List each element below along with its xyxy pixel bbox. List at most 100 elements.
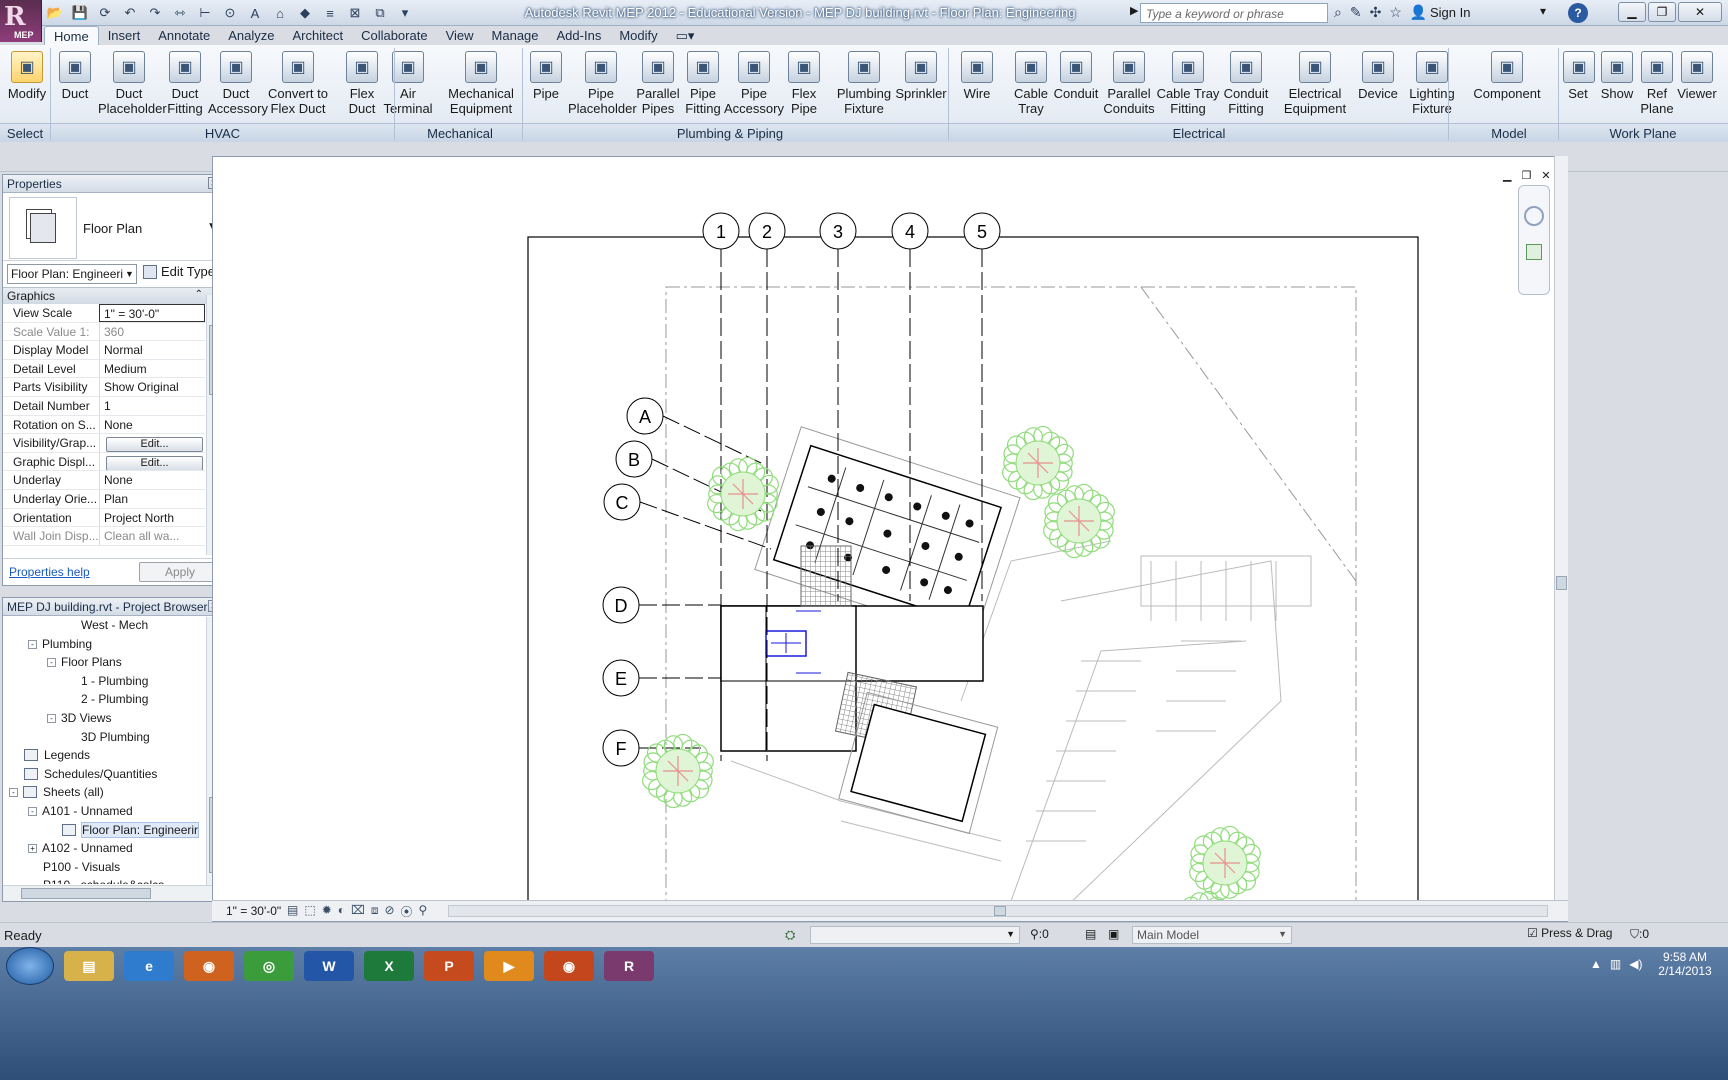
apply-button[interactable]: Apply: [139, 562, 221, 582]
qat-dropdown-icon[interactable]: ▾: [394, 3, 416, 23]
property-value[interactable]: Plan: [99, 489, 205, 508]
user-icon[interactable]: 👤: [1410, 4, 1427, 21]
open-icon[interactable]: 📂: [44, 3, 66, 23]
drawing-area[interactable]: 1 2 3 4 5 A B C D E F ▁ ❐ ✕: [212, 156, 1568, 922]
section-icon[interactable]: ◆: [294, 3, 316, 23]
save-icon[interactable]: 💾: [69, 3, 91, 23]
properties-help-link[interactable]: Properties help: [9, 565, 90, 579]
browser-item[interactable]: Floor Plan: Engineerir: [3, 821, 205, 840]
reveal-hidden-icon[interactable]: ⦿: [401, 903, 413, 920]
minimize-button[interactable]: ▁: [1618, 2, 1646, 22]
property-row[interactable]: Visibility/Grap... Edit...: [3, 434, 205, 453]
ribbon-button-show-workplane[interactable]: ▣ Show: [1598, 51, 1636, 101]
collapse-icon[interactable]: -: [47, 713, 56, 723]
taskbar-media-player-icon[interactable]: ▶: [484, 951, 534, 981]
ribbon-button-parallel-pipes[interactable]: ▣ Parallel Pipes: [633, 51, 683, 116]
application-menu-button[interactable]: R MEP: [0, 0, 42, 42]
property-value[interactable]: Project North: [99, 508, 205, 527]
group-graphics[interactable]: Graphics ⌃: [3, 287, 223, 304]
edit-button[interactable]: Edit...: [106, 437, 203, 452]
favorites-icon[interactable]: ☆: [1389, 4, 1402, 21]
tray-arrow-icon[interactable]: ▲: [1590, 957, 1602, 971]
tab-add-ins[interactable]: Add-Ins: [548, 26, 611, 46]
ribbon-button-flex-duct[interactable]: ▣ Flex Duct: [343, 51, 381, 116]
ribbon-button-arrow-cursor[interactable]: ▣ Modify: [5, 51, 49, 101]
filter-icon[interactable]: ⛉:0: [1630, 927, 1649, 942]
view-restore-icon[interactable]: ❐: [1521, 169, 1531, 182]
clock-time[interactable]: 9:58 AM: [1650, 950, 1720, 964]
ribbon-button-duct[interactable]: ▣ Duct: [53, 51, 97, 101]
panel-mechanical[interactable]: Mechanical: [396, 126, 524, 141]
thin-lines-icon[interactable]: ≡: [319, 3, 341, 23]
ribbon-button-parallel-conduits[interactable]: ▣ Parallel Conduits: [1097, 51, 1161, 116]
taskbar-excel-icon[interactable]: X: [364, 951, 414, 981]
property-row[interactable]: Parts Visibility Show Original: [3, 378, 205, 397]
steering-wheel-icon[interactable]: [1524, 206, 1544, 226]
press-drag-checkbox[interactable]: ☑ Press & Drag: [1527, 926, 1612, 940]
property-value[interactable]: Normal: [99, 341, 205, 359]
ribbon-button-pipe-fitting[interactable]: ▣ Pipe Fitting: [680, 51, 726, 116]
property-value[interactable]: Medium: [99, 359, 205, 378]
ribbon-button-conduit[interactable]: ▣ Conduit: [1050, 51, 1102, 101]
view-scale[interactable]: 1" = 30'-0": [226, 904, 281, 918]
zoom-icon[interactable]: [1526, 244, 1542, 260]
panel-select[interactable]: Select: [0, 126, 50, 141]
browser-item[interactable]: 1 - Plumbing: [3, 672, 205, 691]
ribbon-button-duct-fitting[interactable]: ▣ Duct Fitting: [160, 51, 210, 116]
panel-work-plane[interactable]: Work Plane: [1558, 126, 1728, 141]
taskbar-word-icon[interactable]: W: [304, 951, 354, 981]
tab-collaborate[interactable]: Collaborate: [352, 26, 437, 46]
ribbon-button-viewer[interactable]: ▣ Viewer: [1675, 51, 1719, 101]
browser-item[interactable]: - Sheets (all): [3, 783, 205, 802]
close-hidden-icon[interactable]: ⊠: [344, 3, 366, 23]
ribbon-button-cable-tray-fitting[interactable]: ▣ Cable Tray Fitting: [1156, 51, 1220, 116]
volume-icon[interactable]: ◀): [1629, 957, 1642, 971]
sync-icon[interactable]: ⟳: [94, 3, 116, 23]
tab-modify[interactable]: Modify: [610, 26, 666, 46]
property-row[interactable]: View Scale 1" = 30'-0": [3, 304, 205, 323]
ribbon-button-component[interactable]: ▣ Component: [1469, 51, 1545, 101]
property-value[interactable]: 1: [99, 396, 205, 415]
3d-view-icon[interactable]: ⌂: [269, 3, 291, 23]
ribbon-button-wire[interactable]: ▣ Wire: [951, 51, 1003, 101]
clock-date[interactable]: 2/14/2013: [1650, 964, 1720, 978]
type-selector[interactable]: Floor Plan ▼: [3, 193, 223, 261]
design-option-select[interactable]: Main Model ▼: [1132, 926, 1292, 944]
property-row[interactable]: Rotation on S... None: [3, 415, 205, 435]
expand-icon[interactable]: +: [28, 844, 37, 854]
property-row[interactable]: Graphic Displ... Edit...: [3, 452, 205, 472]
browser-item[interactable]: - Floor Plans: [3, 653, 205, 672]
collapse-icon[interactable]: -: [28, 806, 37, 816]
temp-hide-icon[interactable]: ⊘: [384, 903, 394, 920]
collapse-icon[interactable]: -: [28, 639, 37, 649]
ribbon-button-flex-pipe[interactable]: ▣ Flex Pipe: [784, 51, 824, 116]
browser-item[interactable]: - Plumbing: [3, 635, 205, 654]
browser-item[interactable]: 2 - Plumbing: [3, 690, 205, 709]
ribbon-button-set-workplane[interactable]: ▣ Set: [1563, 51, 1595, 101]
sign-in-dropdown-icon[interactable]: ▾: [1540, 4, 1546, 18]
ribbon-minimize-icon[interactable]: ▭▾: [667, 26, 704, 46]
measure-icon[interactable]: ⇿: [169, 3, 191, 23]
property-row[interactable]: Underlay None: [3, 471, 205, 490]
tab-architect[interactable]: Architect: [284, 26, 353, 46]
panel-hvac[interactable]: HVAC: [50, 126, 395, 141]
ribbon-button-ref-plane[interactable]: ▣ Ref Plane: [1640, 51, 1674, 116]
show-crop-icon[interactable]: ⧈: [371, 903, 379, 920]
search-input[interactable]: Type a keyword or phrase: [1140, 3, 1328, 23]
subscription-icon[interactable]: ✎: [1350, 4, 1362, 21]
analysis-icon[interactable]: ⚲: [419, 903, 428, 920]
tab-insert[interactable]: Insert: [99, 26, 150, 46]
view-vscrollbar[interactable]: [1554, 156, 1568, 900]
ribbon-button-air-terminal[interactable]: ▣ Air Terminal: [382, 51, 434, 116]
edit-button[interactable]: Edit...: [106, 455, 203, 471]
view-instance-select[interactable]: Floor Plan: Engineeri: [7, 264, 137, 284]
communication-icon[interactable]: ✣: [1370, 4, 1382, 21]
switch-windows-icon[interactable]: ⧉: [369, 3, 391, 23]
property-value[interactable]: 360: [99, 322, 205, 341]
workset-select[interactable]: ▼: [810, 926, 1020, 944]
taskbar-revit-icon[interactable]: R: [604, 951, 654, 981]
browser-item[interactable]: 3D Plumbing: [3, 728, 205, 747]
tab-manage[interactable]: Manage: [483, 26, 548, 46]
property-row[interactable]: Detail Number 1: [3, 396, 205, 416]
expand-arrow-icon[interactable]: ▶: [1130, 4, 1138, 17]
